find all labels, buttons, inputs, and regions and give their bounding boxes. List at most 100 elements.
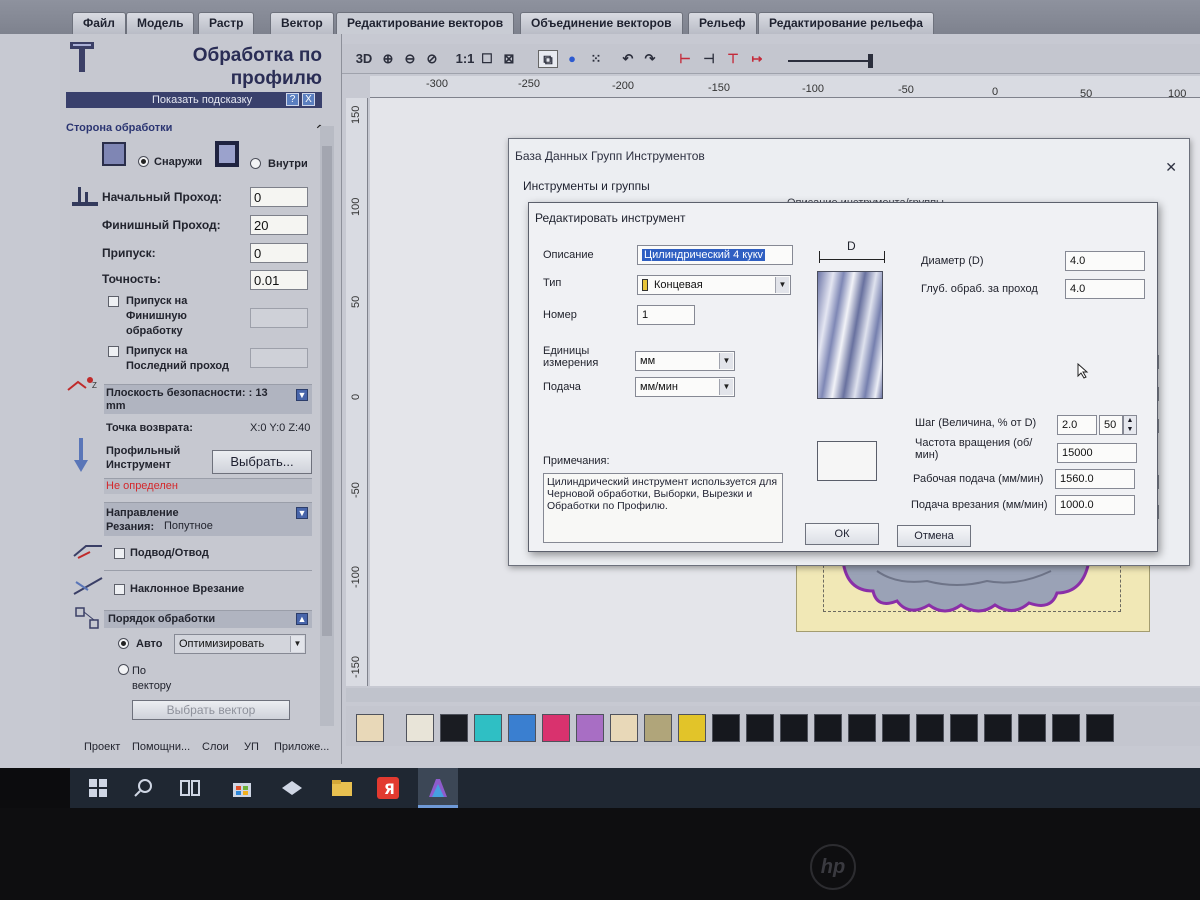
color-swatch[interactable] (1052, 714, 1080, 742)
artcam-icon[interactable] (426, 776, 450, 800)
undo-icon[interactable]: ↶ (618, 50, 638, 68)
order-auto-radio[interactable] (118, 638, 129, 649)
color-swatch[interactable] (780, 714, 808, 742)
color-swatch[interactable] (406, 714, 434, 742)
inside-radio[interactable] (250, 158, 261, 169)
current-color-swatch[interactable] (356, 714, 384, 742)
zoom-previous-icon[interactable]: ⊘ (422, 50, 442, 68)
tab-assistant[interactable]: Помощни... (132, 741, 190, 753)
tab-edit-vectors[interactable]: Редактирование векторов (336, 12, 515, 34)
zoom-slider-knob[interactable] (868, 54, 873, 68)
description-input[interactable]: Цилиндрический 4 кукv (637, 245, 793, 265)
yandex-browser-icon[interactable]: Я (376, 776, 400, 800)
machining-order-collapse-icon[interactable]: ▲ (296, 613, 308, 625)
cancel-button[interactable]: Отмена (897, 525, 971, 547)
redo-icon[interactable]: ↷ (640, 50, 660, 68)
tab-model[interactable]: Модель (126, 12, 195, 34)
shade-icon[interactable]: ● (562, 50, 582, 68)
outside-radio[interactable] (138, 156, 149, 167)
cut-direction-expand-icon[interactable]: ▼ (296, 507, 308, 519)
help-icon[interactable]: ? (286, 93, 299, 106)
tab-relief[interactable]: Рельеф (688, 12, 757, 34)
color-swatch[interactable] (678, 714, 706, 742)
cut-direction-group[interactable]: Направление Резания: Попутное ▼ (104, 502, 312, 536)
align-center-icon[interactable]: ⊣ (698, 50, 720, 68)
zoom-box-icon[interactable]: ☐ (478, 50, 496, 68)
finish-allowance-input[interactable] (250, 308, 308, 328)
color-swatch[interactable] (984, 714, 1012, 742)
material-block[interactable] (796, 560, 1150, 632)
stepover-input[interactable]: 2.0 (1057, 415, 1097, 435)
panel-scrollbar[interactable] (320, 126, 334, 726)
color-swatch[interactable] (1018, 714, 1046, 742)
tab-toolpaths[interactable]: УП (244, 741, 259, 753)
zoom-out-icon[interactable]: ⊖ (400, 50, 420, 68)
color-swatch[interactable] (814, 714, 842, 742)
show-hint-bar[interactable]: Показать подсказку ? X (66, 92, 322, 108)
number-input[interactable]: 1 (637, 305, 695, 325)
machining-order-group[interactable]: Порядок обработки ▲ (104, 610, 312, 628)
pass-depth-input[interactable]: 4.0 (1065, 279, 1145, 299)
gear-vector[interactable] (837, 561, 1107, 617)
safe-plane-expand-icon[interactable]: ▼ (296, 389, 308, 401)
tab-combine-vectors[interactable]: Объединение векторов (520, 12, 683, 34)
ok-button[interactable]: ОК (805, 523, 879, 545)
tab-vector[interactable]: Вектор (270, 12, 334, 34)
color-swatch[interactable] (474, 714, 502, 742)
tab-file[interactable]: Файл (72, 12, 126, 34)
tab-project[interactable]: Проект (84, 741, 120, 753)
actual-size-button[interactable]: 1:1 (454, 50, 476, 68)
ramp-checkbox[interactable] (114, 584, 125, 595)
order-mode-select[interactable]: Оптимизировать ▼ (174, 634, 306, 654)
color-swatch[interactable] (848, 714, 876, 742)
3d-view-button[interactable]: 3D (352, 50, 376, 68)
last-pass-allowance-checkbox[interactable] (108, 346, 119, 357)
spindle-speed-input[interactable]: 15000 (1057, 443, 1137, 463)
color-swatch[interactable] (542, 714, 570, 742)
lead-in-checkbox[interactable] (114, 548, 125, 559)
notes-textarea[interactable]: Цилиндрический инструмент используется д… (543, 473, 783, 543)
zoom-slider-track[interactable] (788, 60, 872, 62)
windows-start-icon[interactable] (86, 776, 110, 800)
close-icon[interactable]: ✕ (1165, 159, 1177, 176)
color-swatch[interactable] (576, 714, 604, 742)
accuracy-input[interactable]: 0.01 (250, 270, 308, 290)
color-swatch[interactable] (644, 714, 672, 742)
tab-edit-relief[interactable]: Редактирование рельефа (758, 12, 934, 34)
explorer-icon[interactable] (330, 776, 354, 800)
feed-rate-input[interactable]: 1560.0 (1055, 469, 1135, 489)
layers-icon[interactable]: ⧉ (538, 50, 558, 68)
finish-pass-input[interactable]: 20 (250, 215, 308, 235)
units-select[interactable]: мм ▼ (635, 351, 735, 371)
zoom-all-icon[interactable]: ⊠ (500, 50, 518, 68)
color-swatch[interactable] (916, 714, 944, 742)
select-vector-button[interactable]: Выбрать вектор (132, 700, 290, 720)
close-hint-icon[interactable]: X (302, 93, 315, 106)
plunge-rate-input[interactable]: 1000.0 (1055, 495, 1135, 515)
mail-icon[interactable] (280, 776, 304, 800)
allowance-input[interactable]: 0 (250, 243, 308, 263)
color-swatch[interactable] (440, 714, 468, 742)
panel-scrollbar-thumb[interactable] (322, 146, 332, 636)
feed-units-select[interactable]: мм/мин ▼ (635, 377, 735, 397)
zoom-in-icon[interactable]: ⊕ (378, 50, 398, 68)
move-icon[interactable]: ↦ (746, 50, 768, 68)
color-swatch[interactable] (950, 714, 978, 742)
search-icon[interactable] (132, 776, 156, 800)
stepover-spinner[interactable]: ▲ ▼ (1123, 415, 1137, 435)
tab-layers[interactable]: Слои (202, 741, 229, 753)
last-pass-allowance-input[interactable] (250, 348, 308, 368)
type-select[interactable]: Концевая ▼ (637, 275, 791, 295)
color-swatch[interactable] (712, 714, 740, 742)
color-swatch[interactable] (610, 714, 638, 742)
canvas-horizontal-scrollbar[interactable] (346, 688, 1200, 702)
stepover-percent-input[interactable]: 50 (1099, 415, 1123, 435)
safe-plane-group[interactable]: Плоскость безопасности: : 13 mm ▼ (104, 384, 312, 414)
align-left-icon[interactable]: ⊢ (674, 50, 696, 68)
color-swatch[interactable] (882, 714, 910, 742)
finish-allowance-checkbox[interactable] (108, 296, 119, 307)
start-pass-input[interactable]: 0 (250, 187, 308, 207)
color-swatch[interactable] (746, 714, 774, 742)
tab-raster[interactable]: Растр (198, 12, 255, 34)
distribute-icon[interactable]: ⊤ (722, 50, 744, 68)
